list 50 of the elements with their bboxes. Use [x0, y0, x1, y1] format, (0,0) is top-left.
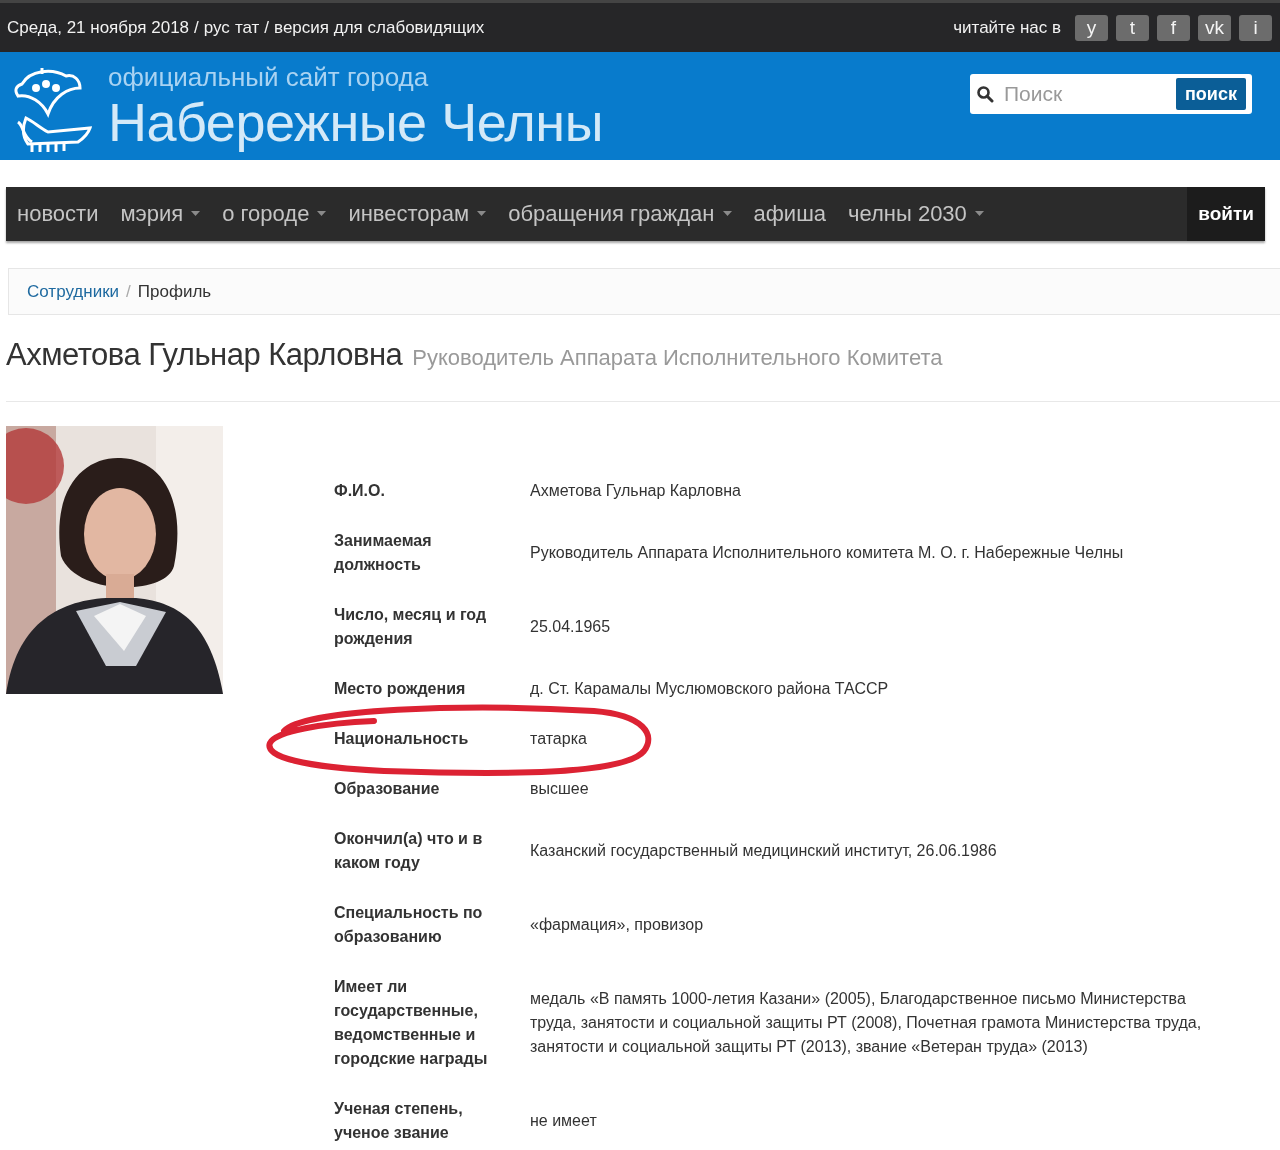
- social-button[interactable]: y: [1075, 14, 1108, 41]
- nav-item[interactable]: о городе: [222, 201, 327, 227]
- search-field[interactable]: Поиск поиск: [970, 74, 1252, 114]
- nav-item[interactable]: мэрия: [120, 201, 201, 227]
- field-label: Ученая степень, ученое звание: [334, 1099, 464, 1143]
- nav-item[interactable]: челны 2030: [848, 201, 984, 227]
- nav-item[interactable]: инвесторам: [348, 201, 487, 227]
- social-label: читайте нас в: [953, 17, 1061, 38]
- separator: /: [264, 17, 270, 38]
- nav-item[interactable]: новости: [17, 201, 99, 227]
- field-value: д. Ст. Карамалы Муслюмовского района ТАССР: [530, 679, 890, 699]
- separator: /: [194, 17, 199, 38]
- field-value: 25.04.1965: [530, 617, 612, 637]
- date-text: Среда, 21 ноября 2018: [7, 17, 190, 38]
- social-button[interactable]: f: [1157, 14, 1190, 41]
- field-value: не имеет: [530, 1111, 598, 1131]
- field-value: Руководитель Аппарата Исполнительного комитета М. О. г. Набережные Челны: [530, 543, 1125, 563]
- field-label: Занимаемая должность: [334, 531, 433, 575]
- field-value: Ахметова Гульнар Карловна: [530, 481, 742, 501]
- login-button[interactable]: войти: [1187, 187, 1265, 241]
- social-button[interactable]: i: [1239, 14, 1272, 41]
- field-label: Окончил(а) что и в каком году: [334, 829, 484, 873]
- person-name: Ахметова Гульнар Карловна: [6, 337, 403, 373]
- field-label: Ф.И.О.: [334, 481, 386, 501]
- field-label: Специальность по образованию: [334, 903, 484, 947]
- site-subtitle: официальный сайт города: [108, 62, 430, 92]
- field-value: «фармация», провизор: [530, 915, 705, 935]
- field-value: высшее: [530, 779, 590, 799]
- language-link[interactable]: рус: [203, 17, 230, 38]
- social-button[interactable]: t: [1116, 14, 1149, 41]
- field-value: медаль «В память 1000-летия Казани» (2005), Благодарственное письмо Министерства труда, занятости и социальной защиты РТ (2008), Почетная грамота Министерства труда, занятости и социальной защиты РТ (2013), звание «Ветеран труда» (2013): [530, 989, 1203, 1057]
- language-link[interactable]: тат: [234, 17, 260, 38]
- field-label: Число, месяц и год рождения: [334, 605, 488, 649]
- field-label: Место рождения: [334, 679, 467, 699]
- search-button[interactable]: поиск: [1176, 78, 1246, 110]
- nav-item[interactable]: обращения граждан: [508, 201, 732, 227]
- search-icon: [976, 85, 994, 103]
- breadcrumb-separator: /: [126, 281, 131, 302]
- site-title: Набережные Челны: [108, 92, 603, 152]
- field-label: Национальность: [334, 729, 470, 749]
- breadcrumb-current: Профиль: [137, 281, 212, 302]
- social-button[interactable]: vk: [1198, 14, 1231, 41]
- breadcrumb-link[interactable]: Сотрудники: [27, 281, 120, 302]
- field-label: Образование: [334, 779, 441, 799]
- field-value: татарка: [530, 729, 588, 749]
- field-label: Имеет ли государственные, ведомственные и городские награды: [334, 977, 489, 1069]
- person-position: Руководитель Аппарата Исполнительного Комитета: [412, 345, 943, 371]
- nav-item[interactable]: афиша: [753, 201, 826, 227]
- accessibility-link[interactable]: версия для слабовидящих: [274, 17, 485, 38]
- field-value: Казанский государственный медицинский институт, 26.06.1986: [530, 841, 998, 861]
